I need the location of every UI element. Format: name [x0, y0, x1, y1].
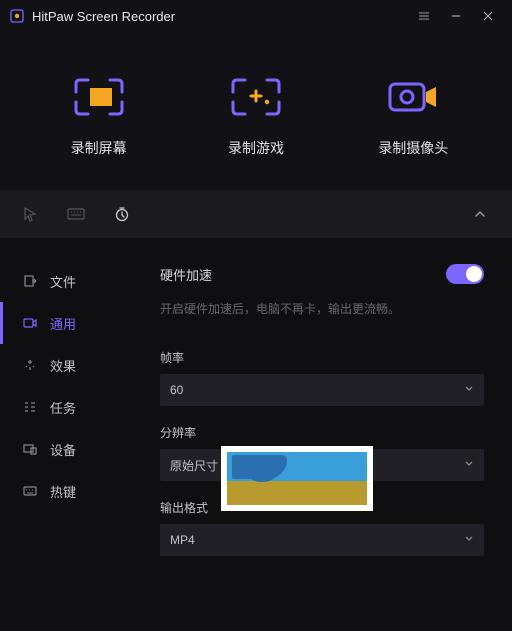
resolution-label: 分辨率	[160, 424, 484, 441]
sparkle-icon	[22, 357, 38, 373]
sidebar-item-devices[interactable]: 设备	[0, 428, 150, 470]
sidebar-item-tasks[interactable]: 任务	[0, 386, 150, 428]
mode-label: 录制屏幕	[71, 138, 127, 158]
preview-thumbnail[interactable]	[221, 446, 373, 511]
game-record-icon	[226, 70, 286, 124]
settings-panel: 硬件加速 开启硬件加速后，电脑不再卡，输出更流畅。 帧率 60 分辨率 原始尺寸…	[150, 238, 512, 631]
mode-record-screen[interactable]: 录制屏幕	[39, 70, 159, 158]
mode-record-webcam[interactable]: 录制摄像头	[353, 70, 473, 158]
tasks-icon	[22, 399, 38, 415]
titlebar: HitPaw Screen Recorder	[0, 0, 512, 32]
resolution-value: 原始尺寸	[170, 457, 218, 474]
chevron-down-icon	[464, 383, 474, 397]
output-format-value: MP4	[170, 533, 195, 547]
sidebar-item-general[interactable]: 通用	[0, 302, 150, 344]
mode-label: 录制游戏	[228, 138, 284, 158]
collapse-panel-button[interactable]	[468, 202, 492, 226]
timer-tool-icon[interactable]	[112, 204, 132, 224]
camera-icon	[22, 315, 38, 331]
sidebar-item-label: 热键	[50, 482, 76, 501]
sidebar-item-effects[interactable]: 效果	[0, 344, 150, 386]
thumbnail-image	[227, 452, 367, 505]
framerate-select[interactable]: 60	[160, 374, 484, 406]
menu-button[interactable]	[410, 2, 438, 30]
app-logo-icon	[10, 9, 24, 23]
chevron-down-icon	[464, 458, 474, 472]
sidebar-item-label: 效果	[50, 356, 76, 375]
minimize-button[interactable]	[442, 2, 470, 30]
keyboard-icon	[22, 483, 38, 499]
sidebar-item-hotkeys[interactable]: 热键	[0, 470, 150, 512]
mode-record-game[interactable]: 录制游戏	[196, 70, 316, 158]
toolbar	[0, 190, 512, 238]
sidebar-item-file[interactable]: 文件	[0, 260, 150, 302]
screen-record-icon	[69, 70, 129, 124]
export-icon	[22, 273, 38, 289]
hardware-accel-label: 硬件加速	[160, 265, 212, 284]
app-title: HitPaw Screen Recorder	[32, 9, 175, 24]
devices-icon	[22, 441, 38, 457]
sidebar-item-label: 通用	[50, 314, 76, 333]
output-format-select[interactable]: MP4	[160, 524, 484, 556]
hardware-accel-desc: 开启硬件加速后，电脑不再卡，输出更流畅。	[160, 300, 484, 319]
mode-row: 录制屏幕 录制游戏 录制摄像头	[0, 32, 512, 190]
settings-sidebar: 文件 通用 效果 任务 设备	[0, 238, 150, 631]
sidebar-item-label: 文件	[50, 272, 76, 291]
mode-label: 录制摄像头	[378, 138, 448, 158]
sidebar-item-label: 任务	[50, 398, 76, 417]
framerate-label: 帧率	[160, 349, 484, 366]
webcam-record-icon	[383, 70, 443, 124]
cursor-tool-icon[interactable]	[20, 204, 40, 224]
sidebar-item-label: 设备	[50, 440, 76, 459]
hardware-accel-toggle[interactable]	[446, 264, 484, 284]
close-button[interactable]	[474, 2, 502, 30]
chevron-down-icon	[464, 533, 474, 547]
keyboard-tool-icon[interactable]	[66, 204, 86, 224]
framerate-value: 60	[170, 383, 183, 397]
